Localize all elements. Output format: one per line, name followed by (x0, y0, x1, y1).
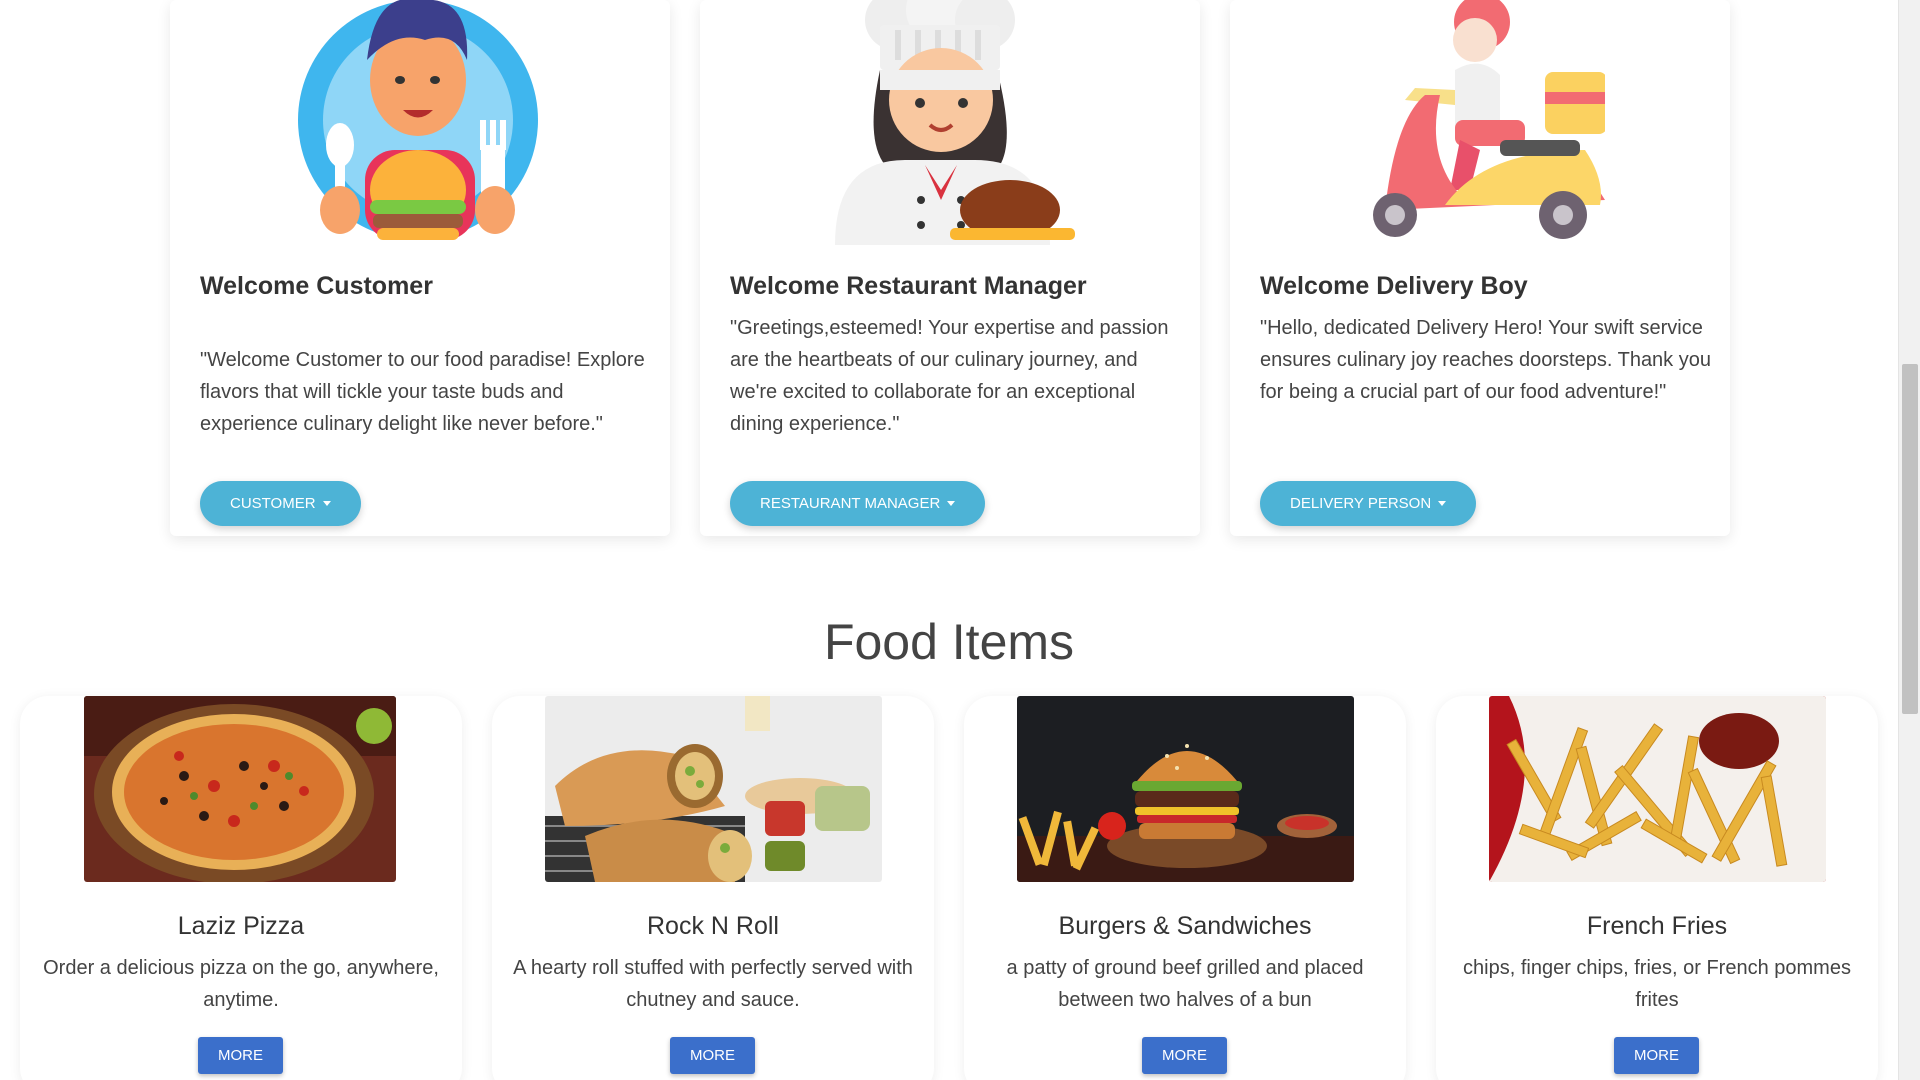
more-button[interactable]: MORE (1142, 1037, 1227, 1074)
customer-illustration (170, 0, 670, 250)
food-items-heading: Food Items (823, 614, 1075, 670)
restaurant-manager-card: Welcome Restaurant Manager "Greetings,es… (700, 0, 1200, 536)
scooter-icon (1373, 0, 1605, 239)
caret-down-icon (947, 501, 956, 506)
fries-image (1489, 696, 1826, 882)
food-card-fries: French Fries chips, finger chips, fries,… (1436, 696, 1878, 1080)
more-button[interactable]: MORE (1614, 1037, 1699, 1074)
food-name: Burgers & Sandwiches (1058, 912, 1312, 940)
caret-down-icon (322, 501, 331, 506)
delivery-person-dropdown-button[interactable]: DELIVERY PERSON (1260, 481, 1477, 526)
delivery-illustration (1230, 0, 1730, 250)
customer-card: Welcome Customer "Welcome Customer to ou… (170, 0, 670, 536)
food-description: Order a delicious pizza on the go, anywh… (43, 957, 439, 1011)
customer-icon (298, 0, 538, 240)
role-title: Welcome Restaurant Manager (730, 272, 1087, 300)
delivery-boy-card: Welcome Delivery Boy "Hello, dedicated D… (1230, 0, 1730, 536)
role-title: Welcome Delivery Boy (1260, 272, 1528, 300)
scrollbar-thumb[interactable] (1902, 364, 1918, 714)
food-name: Rock N Roll (647, 912, 779, 940)
chef-illustration (700, 0, 1200, 250)
more-button[interactable]: MORE (670, 1037, 755, 1074)
button-label: DELIVERY PERSON (1290, 495, 1432, 512)
role-description: "Welcome Customer to our food paradise! … (200, 349, 645, 435)
burger-image (1017, 696, 1354, 882)
page-scrollbar[interactable] (1898, 0, 1920, 1080)
food-description: a patty of ground beef grilled and place… (1006, 957, 1364, 1011)
roll-image (545, 696, 882, 882)
food-card-burger: Burgers & Sandwiches a patty of ground b… (964, 696, 1406, 1080)
role-title: Welcome Customer (200, 272, 433, 300)
food-name: French Fries (1586, 912, 1728, 940)
food-description: A hearty roll stuffed with perfectly ser… (513, 957, 913, 1011)
more-button[interactable]: MORE (198, 1037, 283, 1074)
food-name: Laziz Pizza (177, 912, 305, 940)
role-description: "Hello, dedicated Delivery Hero! Your sw… (1260, 317, 1711, 403)
button-label: RESTAURANT MANAGER (760, 495, 941, 512)
food-card-roll: Rock N Roll A hearty roll stuffed with p… (492, 696, 934, 1080)
food-card-pizza: Laziz Pizza Order a delicious pizza on t… (20, 696, 462, 1080)
food-items-list: Laziz Pizza Order a delicious pizza on t… (20, 696, 1880, 1080)
customer-dropdown-button[interactable]: CUSTOMER (200, 481, 361, 526)
button-label: CUSTOMER (230, 495, 316, 512)
pizza-image (84, 696, 396, 882)
restaurant-manager-dropdown-button[interactable]: RESTAURANT MANAGER (730, 481, 986, 526)
role-description: "Greetings,esteemed! Your expertise and … (730, 317, 1169, 435)
caret-down-icon (1438, 501, 1447, 506)
food-description: chips, finger chips, fries, or French po… (1463, 957, 1851, 1011)
role-cards: Welcome Customer "Welcome Customer to ou… (170, 0, 1730, 536)
chef-icon (835, 0, 1075, 245)
